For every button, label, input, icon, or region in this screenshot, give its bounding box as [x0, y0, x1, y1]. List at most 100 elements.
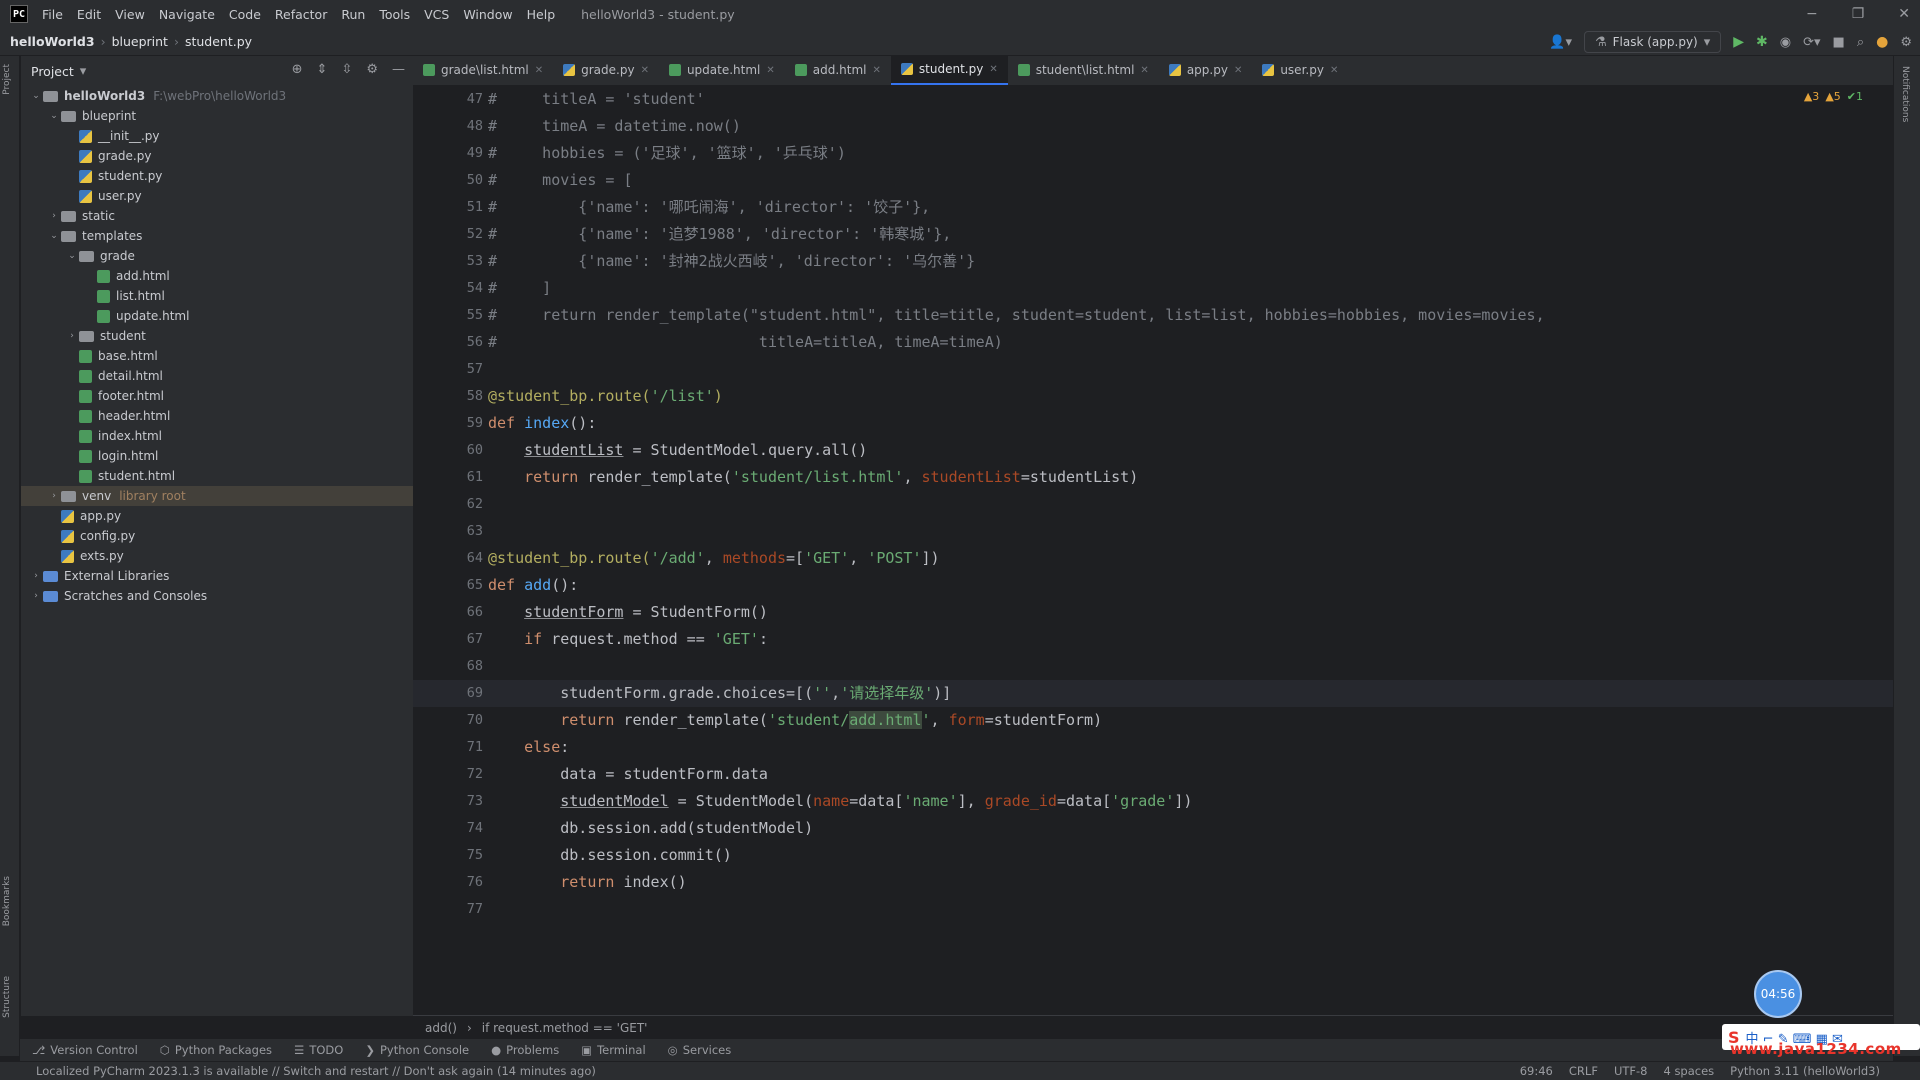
chevron-down-icon[interactable]: ⌄ [47, 231, 61, 241]
code-line[interactable]: studentList = StudentModel.query.all() [488, 437, 867, 464]
tree-item[interactable]: › venv library root [21, 486, 413, 506]
code-line[interactable]: data = studentForm.data [488, 761, 768, 788]
tree-item[interactable]: ⌄ grade [21, 246, 413, 266]
line-separator[interactable]: CRLF [1569, 1064, 1598, 1078]
minimize-icon[interactable]: − [1806, 6, 1818, 22]
breadcrumb-func[interactable]: add() [425, 1021, 457, 1035]
locate-icon[interactable]: ⊕ [292, 62, 303, 77]
tree-item[interactable]: login.html [21, 446, 413, 466]
code-line[interactable]: return render_template('student/add.html… [488, 707, 1102, 734]
code-line[interactable]: # timeA = datetime.now() [488, 113, 741, 140]
close-tab-icon[interactable]: ✕ [1234, 65, 1242, 76]
todo-button[interactable]: ☰ TODO [294, 1043, 343, 1057]
chevron-down-icon[interactable]: ⌄ [65, 251, 79, 261]
nav-project[interactable]: helloWorld3 [10, 34, 95, 49]
tree-item[interactable]: add.html [21, 266, 413, 286]
code-line[interactable]: studentForm.grade.choices=[('','请选择年级')] [488, 680, 951, 707]
tree-item[interactable]: ⌄ helloWorld3 F:\webPro\helloWorld3 [21, 86, 413, 106]
tree-item[interactable]: detail.html [21, 366, 413, 386]
code-line[interactable]: return render_template('student/list.htm… [488, 464, 1138, 491]
terminal-button[interactable]: ▣ Terminal [581, 1043, 645, 1057]
code-line[interactable]: # return render_template("student.html",… [488, 302, 1545, 329]
tree-item[interactable]: footer.html [21, 386, 413, 406]
tree-item[interactable]: › static [21, 206, 413, 226]
code-line[interactable]: # titleA=titleA, timeA=timeA) [488, 329, 1003, 356]
nav-file[interactable]: student.py [185, 34, 252, 49]
menu-help[interactable]: Help [527, 7, 556, 22]
settings-icon[interactable]: ⚙ [1900, 35, 1912, 50]
code-line[interactable]: else: [488, 734, 569, 761]
inspection-widget[interactable]: ▲3 ▲5 ✔1 [1804, 90, 1863, 103]
tree-item[interactable]: header.html [21, 406, 413, 426]
code-line[interactable]: # movies = [ [488, 167, 633, 194]
chevron-down-icon[interactable]: ⌄ [29, 91, 43, 101]
editor-tab[interactable]: update.html ✕ [659, 55, 785, 85]
tree-item[interactable]: app.py [21, 506, 413, 526]
interpreter[interactable]: Python 3.11 (helloWorld3) [1730, 1064, 1880, 1078]
tree-item[interactable]: ⌄ templates [21, 226, 413, 246]
python-packages-button[interactable]: ⬡ Python Packages [160, 1043, 272, 1057]
debug-icon[interactable]: ✱ [1756, 34, 1768, 50]
editor-tab[interactable]: add.html ✕ [785, 55, 891, 85]
menu-file[interactable]: File [42, 7, 63, 22]
tree-item[interactable]: student.html [21, 466, 413, 486]
tree-item[interactable]: list.html [21, 286, 413, 306]
expand-all-icon[interactable]: ⇕ [317, 62, 328, 77]
menu-tools[interactable]: Tools [379, 7, 410, 22]
close-tab-icon[interactable]: ✕ [1330, 65, 1338, 76]
file-encoding[interactable]: UTF-8 [1614, 1064, 1648, 1078]
menu-refactor[interactable]: Refactor [275, 7, 327, 22]
project-tool-button[interactable]: Project [2, 64, 12, 95]
caret-position[interactable]: 69:46 [1520, 1064, 1553, 1078]
tree-item[interactable]: user.py [21, 186, 413, 206]
tree-item[interactable]: exts.py [21, 546, 413, 566]
close-tab-icon[interactable]: ✕ [989, 64, 997, 75]
code-line[interactable]: db.session.add(studentModel) [488, 815, 813, 842]
code-line[interactable]: # titleA = 'student' [488, 86, 705, 113]
services-button[interactable]: ◎ Services [668, 1043, 732, 1057]
editor-tab[interactable]: grade.py ✕ [553, 55, 659, 85]
coverage-icon[interactable]: ◉ [1780, 35, 1791, 50]
run-config-selector[interactable]: ⚗ Flask (app.py) ▾ [1583, 31, 1722, 53]
menu-edit[interactable]: Edit [77, 7, 101, 22]
editor-tab[interactable]: app.py ✕ [1159, 55, 1253, 85]
stop-icon[interactable]: ■ [1833, 35, 1845, 50]
menu-vcs[interactable]: VCS [424, 7, 449, 22]
tree-item[interactable]: grade.py [21, 146, 413, 166]
code-line[interactable]: @student_bp.route('/list') [488, 383, 723, 410]
update-icon[interactable]: ● [1876, 34, 1888, 50]
search-icon[interactable]: ⌕ [1857, 35, 1864, 50]
run-icon[interactable]: ▶ [1733, 34, 1744, 50]
chevron-down-icon[interactable]: ▾ [80, 64, 87, 79]
tree-item[interactable]: config.py [21, 526, 413, 546]
breadcrumb-stmt[interactable]: if request.method == 'GET' [482, 1021, 648, 1035]
menu-window[interactable]: Window [463, 7, 512, 22]
code-line[interactable]: # {'name': '哪吒闹海', 'director': '饺子'}, [488, 194, 930, 221]
problems-button[interactable]: ● Problems [491, 1043, 559, 1057]
tree-item[interactable]: ⌄ blueprint [21, 106, 413, 126]
code-line[interactable]: studentModel = StudentModel(name=data['n… [488, 788, 1192, 815]
chevron-down-icon[interactable]: ⌄ [47, 111, 61, 121]
more-run-icon[interactable]: ⟳▾ [1803, 35, 1820, 50]
chevron-right-icon[interactable]: › [47, 211, 61, 221]
code-line[interactable]: @student_bp.route('/add', methods=['GET'… [488, 545, 940, 572]
tree-item[interactable]: __init__.py [21, 126, 413, 146]
chevron-right-icon[interactable]: › [29, 591, 43, 601]
user-icon[interactable]: 👤▾ [1549, 35, 1572, 50]
tree-item[interactable]: index.html [21, 426, 413, 446]
tree-item[interactable]: › student [21, 326, 413, 346]
code-line[interactable]: # ] [488, 275, 551, 302]
close-tab-icon[interactable]: ✕ [641, 65, 649, 76]
tree-item[interactable]: › External Libraries [21, 566, 413, 586]
close-window-icon[interactable]: ✕ [1898, 6, 1910, 22]
project-panel-title[interactable]: Project [31, 64, 74, 79]
tree-item[interactable]: student.py [21, 166, 413, 186]
code-line[interactable]: # hobbies = ('足球', '篮球', '乒乓球') [488, 140, 846, 167]
indent-setting[interactable]: 4 spaces [1663, 1064, 1714, 1078]
version-control-button[interactable]: ⎇ Version Control [32, 1043, 138, 1057]
code-line[interactable]: def index(): [488, 410, 596, 437]
menu-navigate[interactable]: Navigate [159, 7, 215, 22]
chevron-right-icon[interactable]: › [65, 331, 79, 341]
code-editor[interactable]: 47 48 49 50 51 52 53 54 55 56 57 58 59 60 61 62 63 64 65 66… [413, 86, 1893, 1015]
editor-tab[interactable]: user.py ✕ [1252, 55, 1348, 85]
